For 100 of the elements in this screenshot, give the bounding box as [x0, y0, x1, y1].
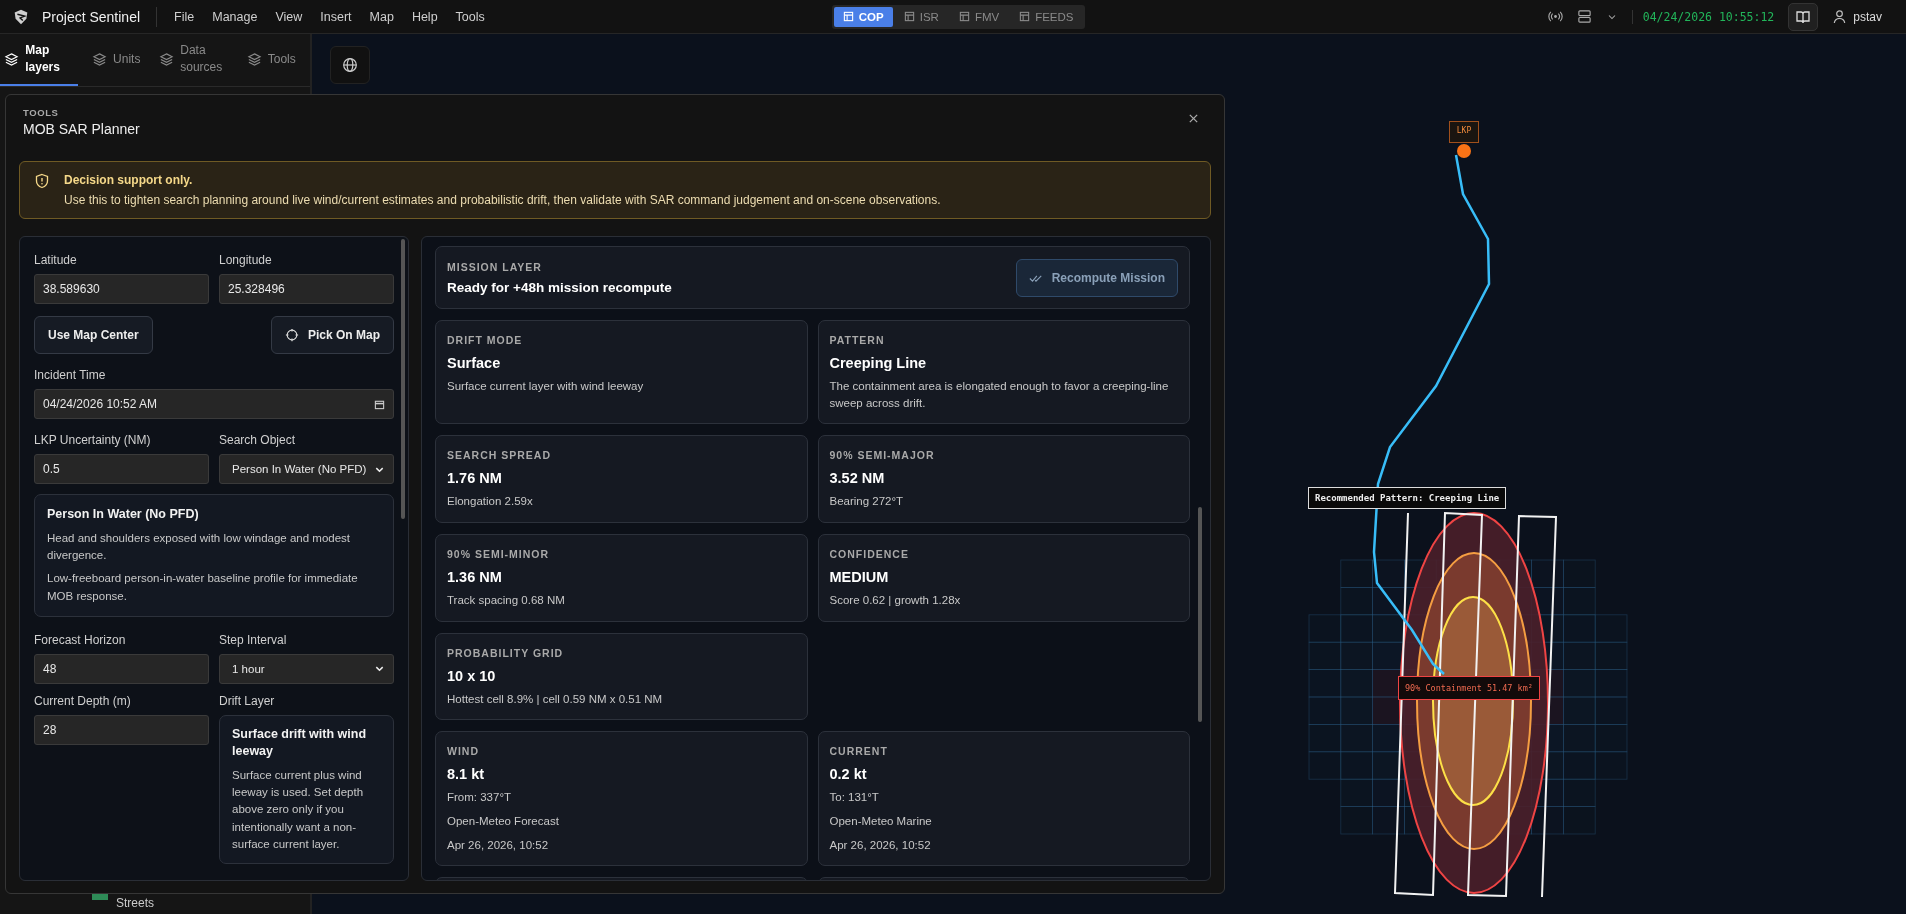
info-title: Surface drift with wind leeway [232, 725, 368, 761]
card-note: Track spacing 0.68 NM [447, 593, 566, 608]
user-icon [1832, 9, 1848, 24]
sidebar-tab[interactable]: Tools [232, 34, 310, 86]
grid-icon [842, 11, 854, 22]
broadcast-icon[interactable] [1547, 9, 1563, 24]
select-field[interactable]: 1 hour [219, 653, 394, 684]
card-note: Hottest cell 8.9% | cell 0.59 NM x 0.51 NM [447, 691, 664, 707]
crosshair-icon [284, 328, 299, 342]
pick-on-map-button[interactable]: Pick On Map [270, 316, 394, 354]
card-value: 1.76 NM [447, 470, 503, 487]
menu-item[interactable]: Help [402, 9, 447, 24]
card-value: 1.36 NM [447, 569, 503, 585]
menu-item[interactable]: Map [360, 9, 403, 24]
card-value: 8.1 kt [447, 766, 486, 783]
input-field[interactable]: 48 [34, 653, 209, 684]
field-label: Drift Layer [219, 693, 276, 708]
view-tab[interactable]: FMV [949, 6, 1009, 27]
book-button[interactable] [1788, 2, 1819, 31]
field-label: Latitude [34, 253, 78, 267]
info-text: Low-freeboard person-in-water baseline profile for immediate MOB response. [47, 571, 359, 604]
card-label: CURRENT [829, 745, 889, 758]
calendar-icon[interactable] [374, 398, 385, 410]
select-field[interactable]: Person In Water (No PFD) [219, 454, 394, 485]
input-field[interactable]: 38.589630 [34, 274, 209, 304]
card-label: SEARCH SPREAD [447, 449, 552, 462]
card-label: 90% SEMI-MAJOR [829, 449, 936, 462]
card-label: DRIFT MODE [447, 334, 524, 346]
card-value: 10 x 10 [447, 667, 497, 684]
info-text: Surface current plus wind leeway is used. Set depth above zero only if you intentionally want a non-surface current layer. [232, 767, 365, 852]
globe-icon [342, 57, 358, 73]
input-field[interactable]: 28 [34, 714, 209, 745]
card-label: 90% SEMI-MINOR [447, 548, 551, 560]
layers-icon [92, 51, 108, 67]
lkp-marker[interactable] [1457, 144, 1471, 158]
card-note: Score 0.62 | growth 1.28x [829, 593, 962, 608]
field-label: Search Object [219, 433, 297, 448]
layers-icon [159, 51, 175, 67]
field-label: Incident Time [34, 368, 107, 382]
clock: 04/24/2026 10:55:12 [1631, 9, 1775, 24]
card-note: Open-Meteo Forecast [447, 814, 560, 830]
card-note: Surface current layer with wind leeway [447, 379, 645, 394]
menu-item[interactable]: Insert [311, 9, 361, 24]
info-title: Person In Water (No PFD) [47, 506, 200, 524]
grid-icon [1019, 11, 1031, 22]
grid-icon [903, 11, 915, 22]
menu-item[interactable]: View [266, 9, 312, 24]
menu-item[interactable]: File [165, 9, 204, 24]
card-note: The containment area is elongated enough to favor a creeping-line sweep across drift. [829, 379, 1170, 411]
scrollbar[interactable] [1198, 507, 1202, 722]
field-label: Forecast Horizon [34, 632, 127, 647]
menu-item[interactable]: Manage [203, 9, 267, 24]
user-name[interactable]: pstav [1853, 9, 1882, 24]
layers-icon [246, 51, 262, 67]
containment-label: 90% Containment 51.47 km² [1398, 676, 1540, 700]
server-icon[interactable] [1576, 9, 1592, 24]
card-value: 0.2 kt [829, 766, 868, 783]
app-title: Project Sentinel [42, 8, 141, 25]
dialog-title: MOB SAR Planner [23, 121, 140, 137]
warning-text: Use this to tighten search planning around live wind/current estimates and probabilistic drift, then validate with SAR command judgement and on-scene observations. [64, 193, 941, 207]
recompute-button[interactable]: Recompute Mission [1015, 259, 1178, 297]
card-label: WIND [447, 745, 480, 758]
warning-title: Decision support only. [64, 173, 194, 187]
card-value: 3.52 NM [829, 470, 886, 487]
input-field[interactable]: 0.5 [34, 454, 209, 485]
grid-icon [958, 11, 970, 22]
sidebar-tab[interactable]: Data sources [155, 34, 233, 86]
globe-button[interactable] [330, 46, 370, 84]
view-tab[interactable]: FEEDS [1010, 6, 1083, 27]
card-label: CONFIDENCE [829, 548, 910, 560]
close-icon[interactable] [1188, 113, 1199, 124]
dialog-eyebrow: TOOLS [23, 107, 60, 118]
use-map-center-button[interactable]: Use Map Center [34, 316, 153, 354]
view-tab[interactable]: ISR [894, 6, 948, 27]
layer-name[interactable]: Streets [116, 892, 154, 910]
shield-alert-icon [34, 173, 50, 189]
pattern-label: Recommended Pattern: Creeping Line [1308, 487, 1507, 509]
card-label: MISSION LAYER [447, 261, 543, 273]
card-note: Bearing 272°T [829, 494, 905, 510]
sidebar-tab[interactable]: Map layers [0, 34, 78, 86]
input-field[interactable]: 25.328496 [219, 274, 394, 304]
field-label: Current Depth (m) [34, 693, 132, 708]
card-note: Apr 26, 2026, 10:52 [829, 837, 932, 853]
view-tab[interactable]: COP [833, 6, 893, 27]
lkp-label: LKP [1449, 121, 1479, 143]
card-note: To: 131°T [829, 790, 880, 806]
card-value: Creeping Line [829, 355, 928, 371]
scrollbar[interactable] [401, 239, 405, 519]
book-icon [1795, 8, 1812, 25]
card-note: Apr 26, 2026, 10:52 [447, 837, 550, 853]
card-note: From: 337°T [447, 790, 513, 806]
sidebar-tab[interactable]: Units [77, 34, 155, 86]
menu-item[interactable]: Tools [446, 9, 494, 24]
card-label: PATTERN [829, 334, 886, 346]
field-label: Longitude [219, 253, 273, 267]
date-time-field[interactable]: 04/24/2026 10:52 AM [34, 389, 394, 419]
field-label: LKP Uncertainty (NM) [34, 433, 152, 448]
card-value: MEDIUM [829, 569, 890, 585]
layers-icon [4, 51, 20, 67]
field-label: Step Interval [219, 632, 288, 647]
